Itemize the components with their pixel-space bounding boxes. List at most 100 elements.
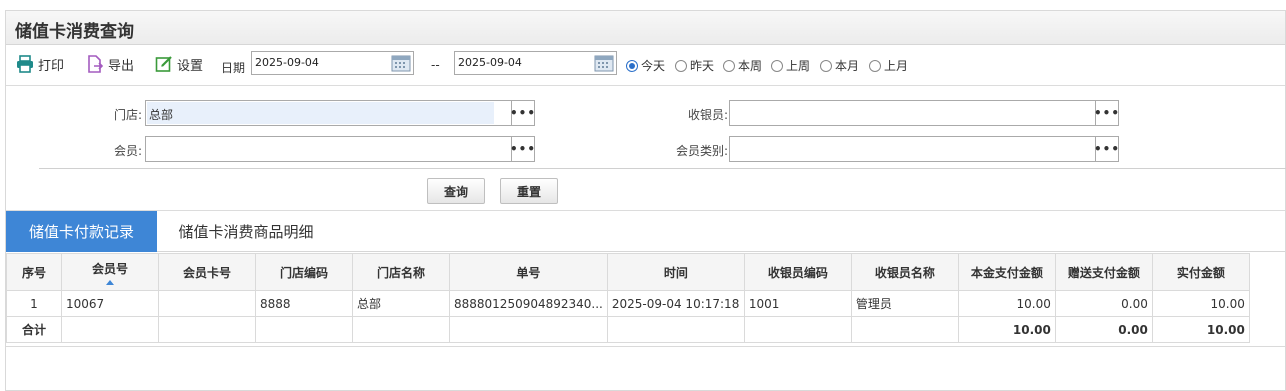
table-cell xyxy=(158,290,256,317)
store-field-highlight xyxy=(147,102,494,124)
column-header[interactable]: 实付金额 xyxy=(1151,253,1250,291)
table-cell xyxy=(606,316,745,343)
column-header[interactable]: 序号 xyxy=(6,253,62,291)
range-label: 上周 xyxy=(786,59,811,73)
range-radio-today[interactable]: 今天 xyxy=(626,57,665,74)
table-cell xyxy=(61,316,159,343)
total-principal: 10.00 xyxy=(957,316,1056,343)
radio-dot[interactable] xyxy=(723,59,735,72)
member-type-label: 会员类别: xyxy=(675,144,728,158)
radio-dot[interactable] xyxy=(626,59,638,72)
reset-button[interactable]: 重置 xyxy=(500,178,558,204)
radio-dot[interactable] xyxy=(675,59,687,72)
divider xyxy=(39,168,1286,169)
table-cell xyxy=(850,316,959,343)
column-header-label: 会员号 xyxy=(91,261,128,276)
column-header[interactable]: 本金支付金额 xyxy=(957,253,1056,291)
cashier-more-button[interactable]: ••• xyxy=(1094,101,1119,125)
date-from-input[interactable]: 2025-09-04 xyxy=(251,51,414,75)
range-label: 上月 xyxy=(884,59,909,73)
range-label: 本周 xyxy=(738,59,763,73)
total-bonus: 0.00 xyxy=(1054,316,1153,343)
range-radio-last-month[interactable]: 上月 xyxy=(869,57,908,74)
cashier-field[interactable]: ••• xyxy=(729,100,1119,126)
member-field[interactable]: ••• xyxy=(145,136,535,162)
table-cell: 管理员 xyxy=(850,290,959,317)
member-more-button[interactable]: ••• xyxy=(510,137,535,161)
records-table: 序号 会员号 会员卡号 门店编码 门店名称 单号 时间 收银员编码 收银员名称 … xyxy=(6,253,1250,343)
date-separator: -- xyxy=(431,58,440,72)
table-cell: 1 xyxy=(6,290,62,317)
range-label: 今天 xyxy=(641,59,666,73)
cashier-label: 收银员: xyxy=(687,108,728,122)
table-cell xyxy=(352,316,450,343)
column-header[interactable]: 门店编码 xyxy=(255,253,353,291)
title-bar: 储值卡消费查询 xyxy=(6,11,1285,45)
radio-dot[interactable] xyxy=(869,59,881,72)
column-header[interactable]: 门店名称 xyxy=(352,253,450,291)
grid-bottom-border xyxy=(6,346,1285,347)
calendar-icon[interactable] xyxy=(594,54,614,72)
member-label: 会员: xyxy=(113,144,142,158)
store-label: 门店: xyxy=(113,108,142,122)
column-header-member-no[interactable]: 会员号 xyxy=(61,253,159,291)
table-cell: 2025-09-04 10:17:18 xyxy=(606,290,745,317)
range-radio-yesterday[interactable]: 昨天 xyxy=(675,57,714,74)
column-header[interactable]: 赠送支付金额 xyxy=(1054,253,1153,291)
date-to-value: 2025-09-04 xyxy=(458,56,522,69)
table-cell: 总部 xyxy=(352,290,450,317)
member-type-more-button[interactable]: ••• xyxy=(1094,137,1119,161)
tab-bar: 储值卡付款记录 储值卡消费商品明细 xyxy=(6,211,1285,252)
edit-settings-icon xyxy=(155,55,173,73)
page-title: 储值卡消费查询 xyxy=(15,22,134,42)
table-cell: 8888 xyxy=(255,290,353,317)
sort-ascending-icon xyxy=(106,279,114,285)
date-label: 日期 xyxy=(221,61,246,75)
settings-label: 设置 xyxy=(177,58,204,74)
store-more-button[interactable]: ••• xyxy=(510,101,535,125)
calendar-icon[interactable] xyxy=(391,54,411,72)
column-header[interactable]: 单号 xyxy=(449,253,608,291)
column-header[interactable]: 时间 xyxy=(606,253,745,291)
member-type-field[interactable]: ••• xyxy=(729,136,1119,162)
printer-icon xyxy=(16,55,34,73)
table-cell: 10.00 xyxy=(957,290,1056,317)
table-cell xyxy=(158,316,256,343)
page: 储值卡消费查询 打印 导出 设置 日期 2025-09-04 -- 2025-0… xyxy=(5,10,1286,391)
total-paid: 10.00 xyxy=(1151,316,1250,343)
table-cell xyxy=(743,316,852,343)
settings-button[interactable]: 设置 xyxy=(155,54,203,74)
query-button[interactable]: 查询 xyxy=(427,178,485,204)
table-cell: 1001 xyxy=(743,290,852,317)
column-header[interactable]: 会员卡号 xyxy=(158,253,256,291)
export-icon xyxy=(86,55,104,73)
tab-payment-records[interactable]: 储值卡付款记录 xyxy=(6,211,157,252)
range-label: 昨天 xyxy=(690,59,715,73)
range-radio-last-week[interactable]: 上周 xyxy=(771,57,810,74)
table-cell: 888801250904892340... xyxy=(449,290,608,317)
column-header[interactable]: 收银员名称 xyxy=(850,253,959,291)
range-radio-this-month[interactable]: 本月 xyxy=(820,57,859,74)
store-value: 总部 xyxy=(149,108,174,122)
print-label: 打印 xyxy=(38,58,65,74)
range-radio-this-week[interactable]: 本周 xyxy=(723,57,762,74)
table-cell xyxy=(255,316,353,343)
column-header[interactable]: 收银员编码 xyxy=(743,253,852,291)
export-button[interactable]: 导出 xyxy=(86,54,134,74)
radio-dot[interactable] xyxy=(820,59,832,72)
table-total-row: 合计 10.00 0.00 10.00 xyxy=(6,316,1250,343)
export-label: 导出 xyxy=(108,58,135,74)
table-cell: 10.00 xyxy=(1151,290,1250,317)
table-cell: 0.00 xyxy=(1054,290,1153,317)
date-to-input[interactable]: 2025-09-04 xyxy=(454,51,617,75)
tab-product-details[interactable]: 储值卡消费商品明细 xyxy=(166,211,326,252)
store-field[interactable]: 总部 ••• xyxy=(145,100,535,126)
table-header-row: 序号 会员号 会员卡号 门店编码 门店名称 单号 时间 收银员编码 收银员名称 … xyxy=(6,253,1250,291)
toolbar: 打印 导出 设置 日期 2025-09-04 -- 2025-09-04 今天 … xyxy=(6,46,1285,86)
range-label: 本月 xyxy=(835,59,860,73)
table-cell: 10067 xyxy=(61,290,159,317)
radio-dot[interactable] xyxy=(771,59,783,72)
date-from-value: 2025-09-04 xyxy=(255,56,319,69)
print-button[interactable]: 打印 xyxy=(16,54,64,74)
table-row[interactable]: 1 10067 8888 总部 888801250904892340... 20… xyxy=(6,290,1250,317)
